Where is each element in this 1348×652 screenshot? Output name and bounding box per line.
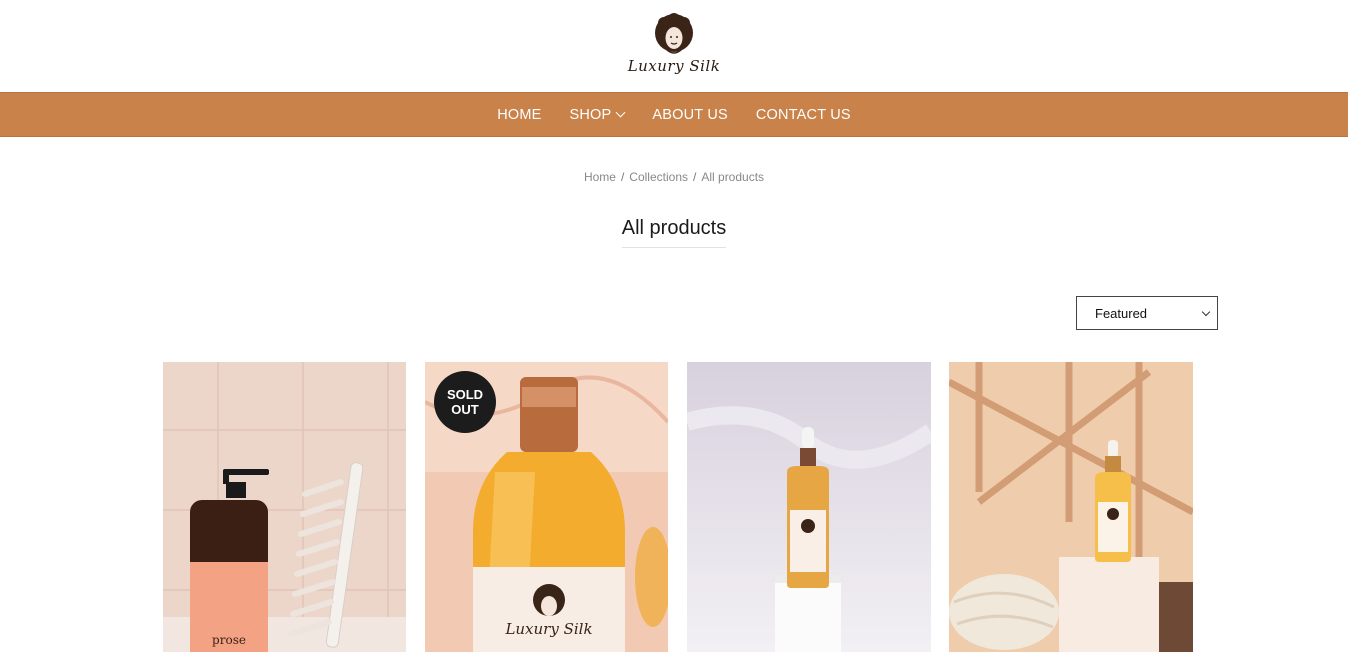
product-card[interactable] [949,362,1193,652]
brand-logo[interactable]: Luxury Silk [628,13,721,75]
breadcrumb-separator: / [693,170,697,184]
product-label-text: prose [212,633,246,647]
breadcrumb-current: All products [701,170,765,184]
logo-text: Luxury Silk [627,57,721,75]
nav-home-label: HOME [497,106,542,123]
product-card[interactable]: prose [163,362,406,652]
product-label-text: Luxury Silk [504,620,592,638]
sold-out-badge-text: SOLD OUT [446,387,484,417]
breadcrumb-home[interactable]: Home [584,170,616,184]
product-image[interactable] [687,362,931,652]
sort-selected-value: Featured [1095,305,1148,321]
logo-face-icon [655,13,693,54]
nav-shop-label: SHOP [569,106,612,123]
site-header: Luxury Silk [0,0,1348,92]
product-card[interactable] [687,362,931,652]
product-card[interactable]: SOLD OUT Luxury Silk [425,362,668,652]
chevron-down-icon [615,107,626,118]
sort-select[interactable]: Featured [1076,296,1218,330]
product-image[interactable] [949,362,1193,652]
breadcrumb: Home / Collections / All products [0,170,1348,184]
sold-out-badge: SOLD OUT [434,371,496,433]
nav-contact-us[interactable]: CONTACT US [742,107,865,123]
page-title: All products [621,217,727,248]
product-image[interactable]: prose [163,362,406,652]
nav-shop[interactable]: SHOP [556,107,639,123]
sort-toolbar: Featured [1076,296,1218,330]
chevron-down-icon [1201,307,1211,316]
nav-about-label: ABOUT US [652,106,728,123]
breadcrumb-collections[interactable]: Collections [629,170,688,184]
main-nav: HOME SHOP ABOUT US CONTACT US [0,92,1348,137]
nav-about-us[interactable]: ABOUT US [638,107,741,123]
breadcrumb-separator: / [620,170,625,184]
nav-contact-label: CONTACT US [755,106,851,123]
nav-home[interactable]: HOME [483,107,555,123]
